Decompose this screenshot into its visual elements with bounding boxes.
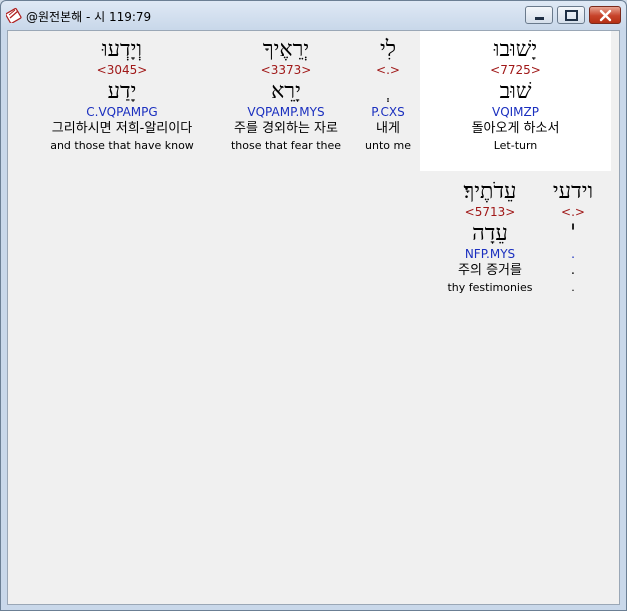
maximize-button[interactable] [557,6,585,24]
strong-number[interactable]: <.> [540,205,606,221]
korean-gloss: . [570,263,576,278]
korean-gloss: 돌아오게 하소서 [471,121,560,136]
korean-gloss: 그리하시면 저희-알리이다 [51,121,193,136]
word-block[interactable]: יְרֵאֶיךָ <3373> יָרֵא VQPAMP.MYS 주를 경외하… [216,37,356,153]
morphology-code[interactable]: . [540,247,606,263]
minimize-button[interactable] [525,6,553,24]
lemma-word: עֵדָה [472,221,508,246]
morphology-code[interactable]: VQIMZP [420,105,611,121]
word-block[interactable]: וידעי <.> ' . . . [540,179,606,295]
english-gloss: and those that have know [50,139,194,152]
hebrew-word: וידעי [552,179,594,204]
close-button[interactable] [589,6,621,24]
lemma-word: ' [569,221,577,246]
english-gloss: Let-turn [493,139,538,152]
lemma-word: ְ [355,79,421,105]
hebrew-word: עֵדֹתֶיךָ׃ [463,179,517,204]
morphology-code[interactable]: VQPAMP.MYS [216,105,356,121]
english-gloss: . [571,281,575,294]
korean-gloss: 주의 증거를 [458,263,522,278]
hebrew-word: וְיָדְעוּ [101,37,143,62]
hebrew-word: לִי [379,37,397,62]
english-gloss: those that fear thee [230,139,342,152]
word-block[interactable]: עֵדֹתֶיךָ׃ <5713> עֵדָה NFP.MYS 주의 증거를 t… [432,179,548,295]
strong-number[interactable]: <3045> [28,63,216,79]
hebrew-word: יָשׁוּבוּ [493,37,538,62]
morphology-code[interactable]: NFP.MYS [432,247,548,263]
english-gloss: unto me [365,139,411,152]
word-block[interactable]: לִי <.> ְ P.CXS 내게 unto me [355,37,421,153]
minimize-icon [535,17,544,20]
korean-gloss: 주를 경외하는 자로 [234,121,338,136]
word-block[interactable]: וְיָדְעוּ <3045> יָדַע C.VQPAMPG 그리하시면 저… [28,37,216,153]
morphology-code[interactable]: P.CXS [355,105,421,121]
hebrew-word: יְרֵאֶיךָ [262,37,310,62]
strong-number[interactable]: <5713> [432,205,548,221]
maximize-icon [565,10,578,21]
lemma-word: יָדַע [107,79,137,104]
app-window: @원전본해 - 시 119:79 יָשׁוּבוּ <7725> שׁוּב … [0,0,627,611]
word-block[interactable]: יָשׁוּבוּ <7725> שׁוּב VQIMZP 돌아오게 하소서 L… [420,37,611,153]
morphology-code[interactable]: C.VQPAMPG [28,105,216,121]
close-icon [599,9,612,22]
lemma-word: יָרֵא [271,79,301,104]
interlinear-panel: יָשׁוּבוּ <7725> שׁוּב VQIMZP 돌아오게 하소서 L… [7,30,620,605]
strong-number[interactable]: <3373> [216,63,356,79]
bible-app-icon [5,7,22,24]
strong-number[interactable]: <.> [355,63,421,79]
korean-gloss: 내게 [376,121,400,136]
title-bar[interactable]: @원전본해 - 시 119:79 [1,1,626,29]
window-title: @원전본해 - 시 119:79 [26,10,152,24]
lemma-word: שׁוּב [499,79,532,104]
english-gloss: thy festimonies [447,281,533,294]
strong-number[interactable]: <7725> [420,63,611,79]
